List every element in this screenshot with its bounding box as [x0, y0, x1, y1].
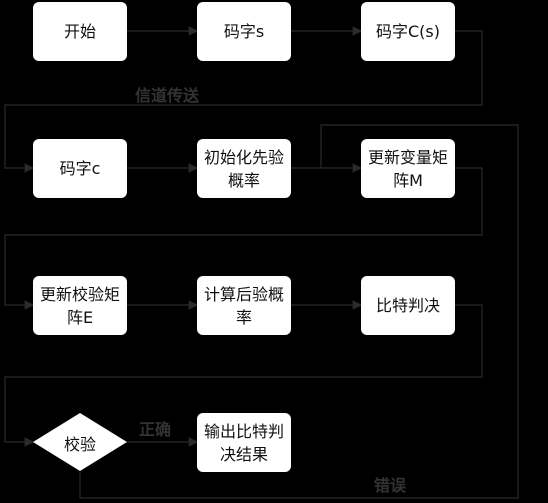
node-update-m: 更新变量矩阵M	[361, 139, 455, 198]
label-channel: 信道传送	[135, 86, 200, 105]
node-init-prior: 初始化先验概率	[197, 139, 291, 198]
node-update-e: 更新校验矩阵E	[33, 276, 127, 335]
label-correct: 正确	[139, 420, 172, 439]
node-codeword-c: 码字c	[33, 139, 127, 198]
flowchart: 开始 码字s 码字C(s) 码字c 初始化先验概率 更新变量矩阵M 更新校验矩阵…	[0, 0, 548, 503]
node-posterior: 计算后验概率	[197, 276, 291, 335]
node-check: 校验	[63, 434, 96, 454]
node-codeword-s: 码字s	[197, 2, 291, 61]
node-start: 开始	[33, 2, 127, 61]
node-output: 输出比特判决结果	[197, 413, 291, 472]
node-codeword-cs: 码字C(s)	[361, 2, 455, 61]
node-bit-decision: 比特判决	[361, 276, 455, 335]
label-wrong: 错误	[374, 476, 407, 495]
